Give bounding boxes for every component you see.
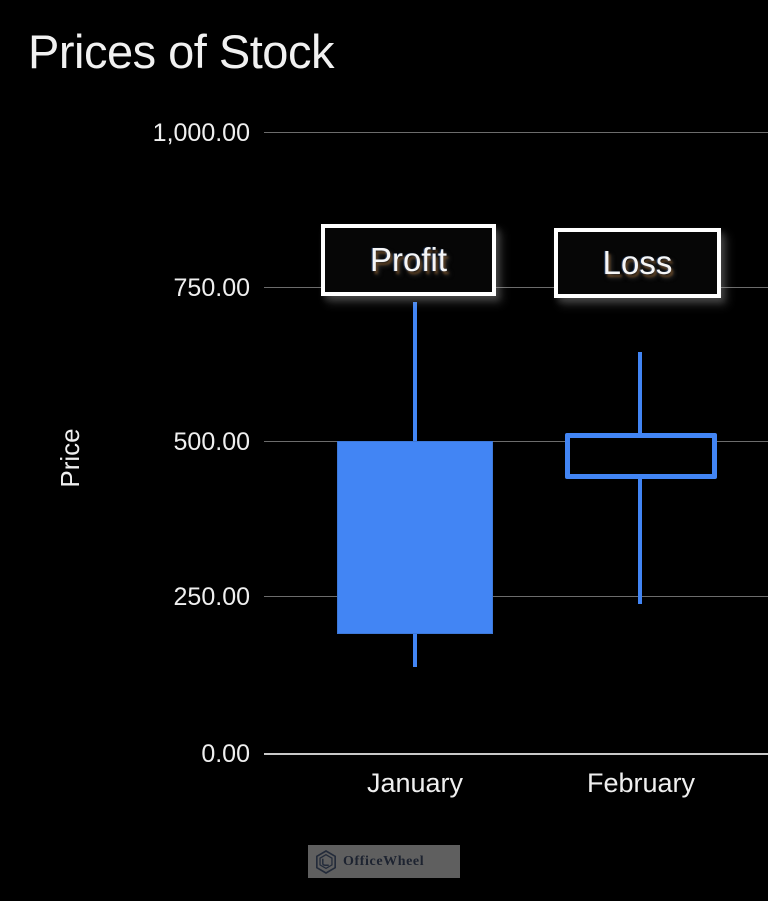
january-lower-wick [413, 631, 417, 667]
watermark: OfficeWheel [308, 845, 460, 878]
february-lower-wick [638, 474, 642, 604]
february-candle-body[interactable] [565, 433, 717, 479]
january-candle-body[interactable] [337, 441, 493, 634]
january-upper-wick [413, 302, 417, 443]
y-axis-title: Price [55, 428, 85, 488]
y-tick-label-500: 500.00 [173, 428, 250, 456]
x-tick-label-january: January [366, 768, 464, 798]
gridline-1000 [264, 132, 768, 133]
x-tick-label-february: February [586, 768, 696, 798]
plot-area: 1,000.00 750.00 500.00 250.00 0.00 Price [0, 0, 768, 798]
data-label-loss-text: Loss [602, 244, 673, 281]
february-upper-wick [638, 352, 642, 438]
y-tick-label-750: 750.00 [173, 274, 250, 302]
candlestick-chart: Prices of Stock 1,000.00 750.00 500.00 2… [0, 0, 768, 901]
y-tick-label-0: 0.00 [201, 740, 250, 768]
data-label-profit-text: Profit [369, 241, 448, 278]
data-label-loss[interactable]: Loss [554, 228, 721, 298]
y-tick-label-250: 250.00 [173, 583, 250, 611]
axis-baseline-0 [264, 753, 768, 755]
data-label-profit[interactable]: Profit [321, 224, 496, 296]
y-tick-label-1000: 1,000.00 [152, 119, 250, 147]
watermark-text: OfficeWheel [343, 853, 425, 869]
hexagon-logo-icon [315, 849, 337, 874]
